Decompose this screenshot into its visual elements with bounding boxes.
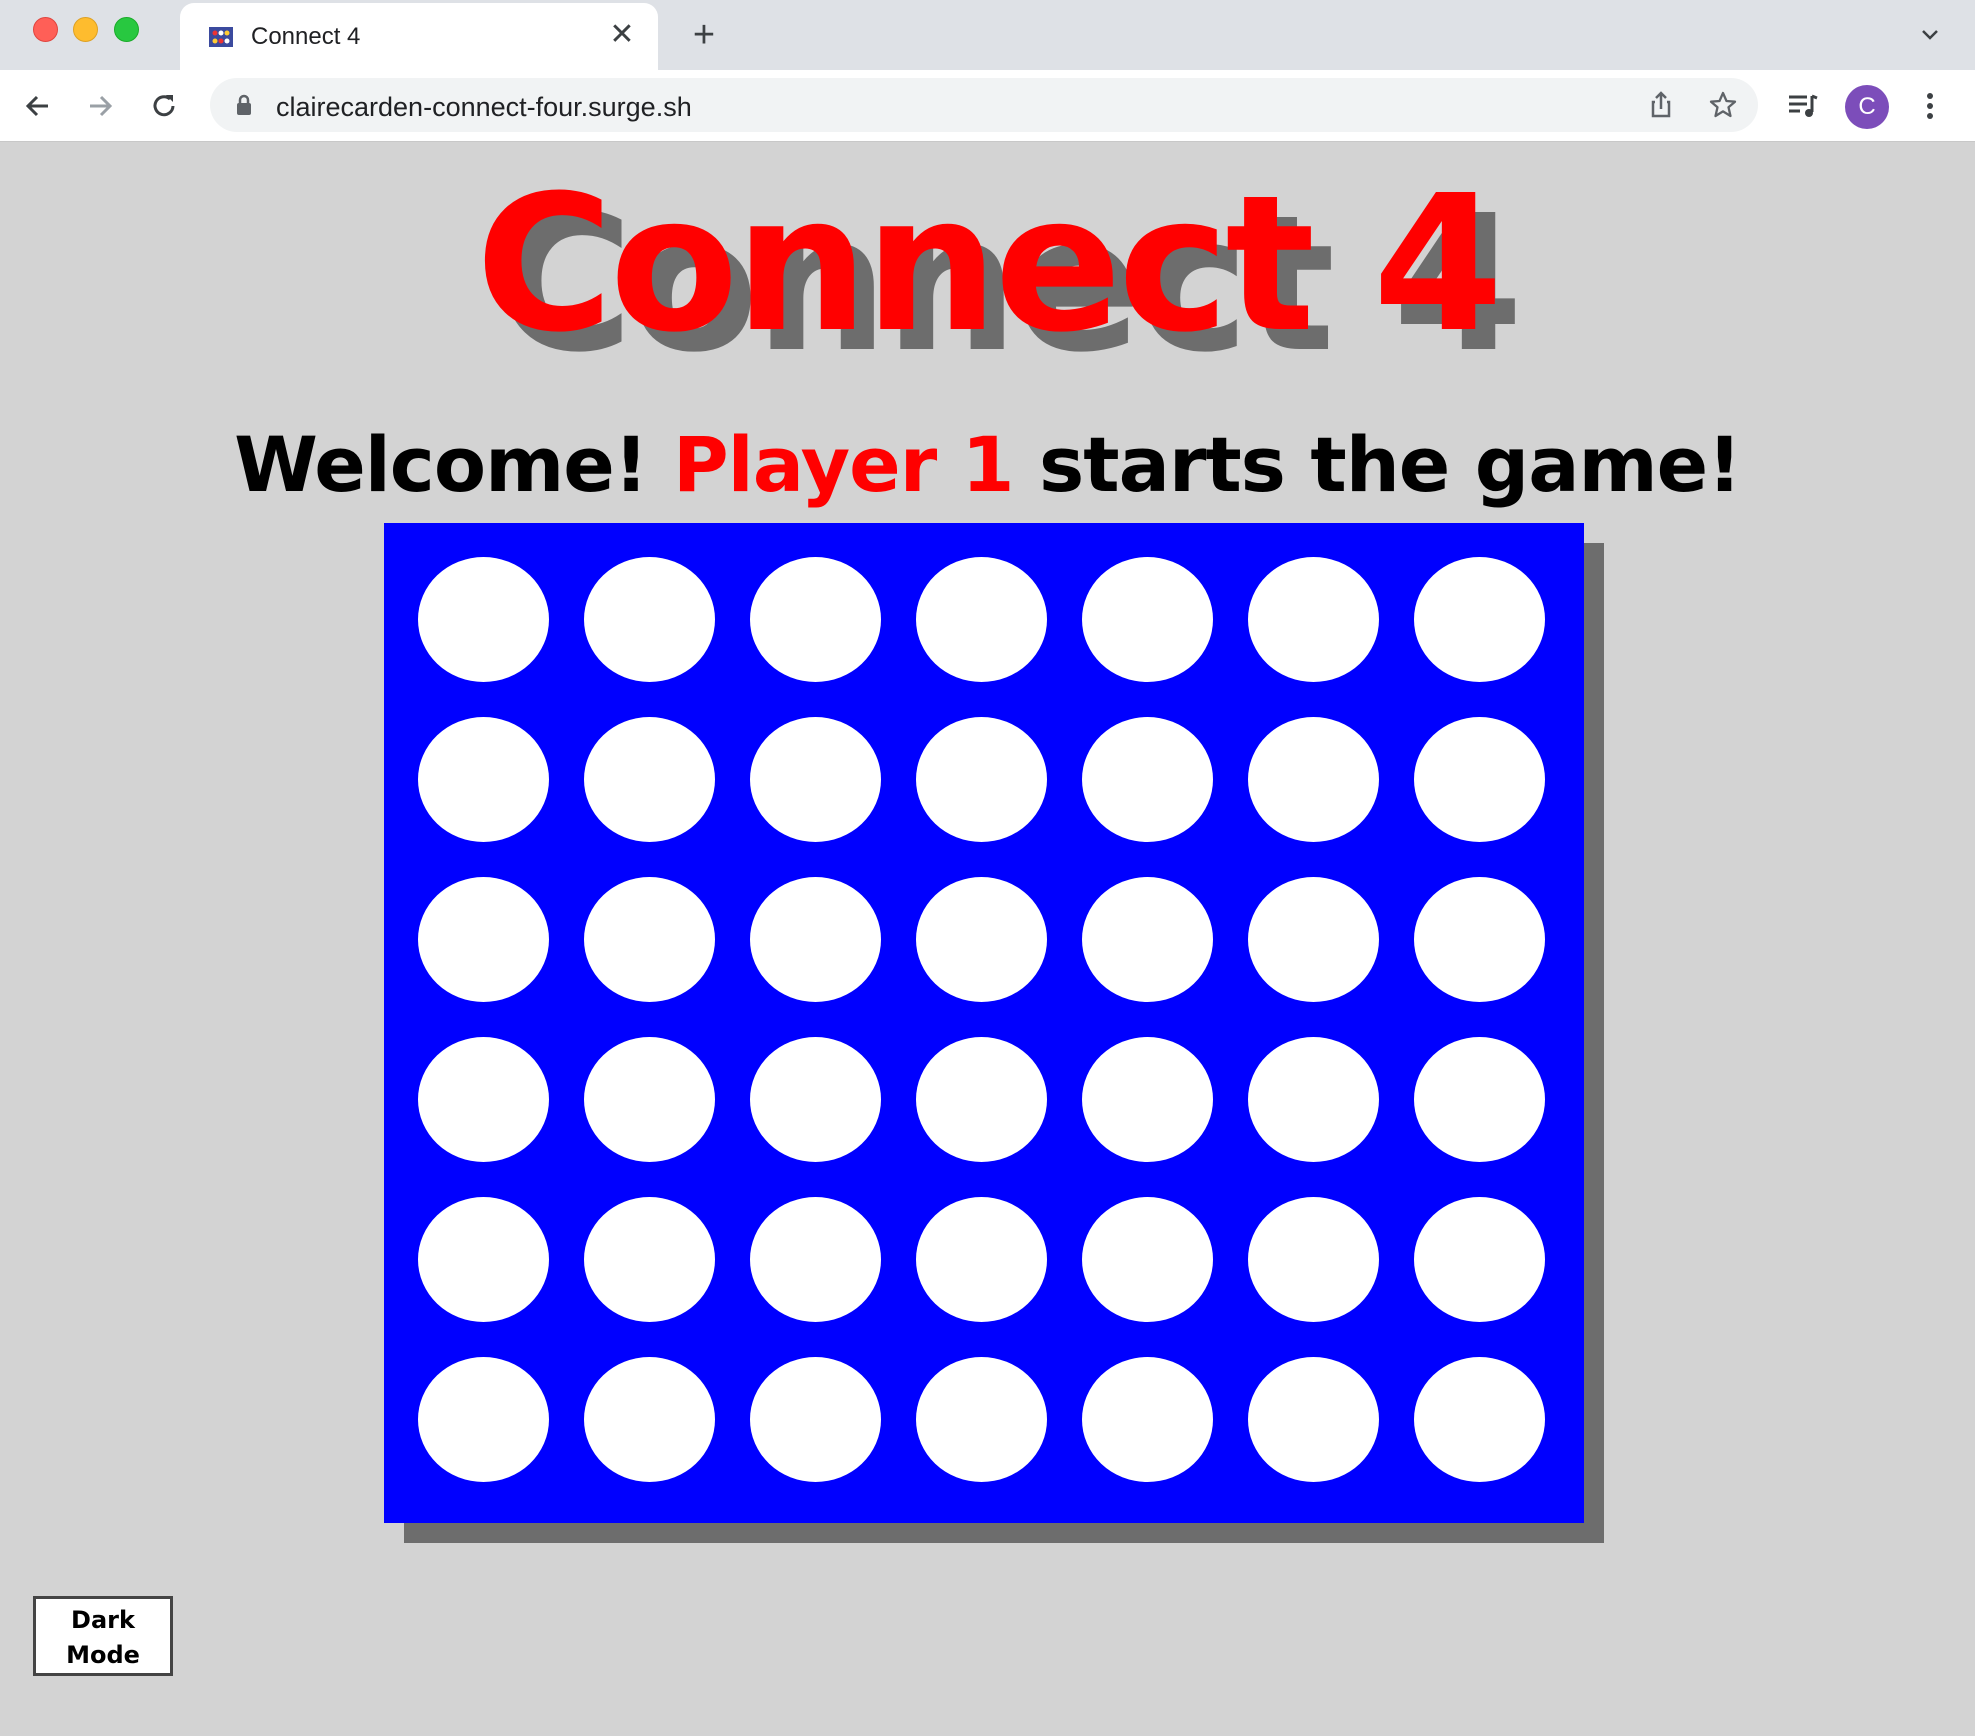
- board-slot-r6-c7[interactable]: [1414, 1357, 1545, 1482]
- game-board[interactable]: [384, 523, 1584, 1523]
- board-slot-r1-c1[interactable]: [418, 557, 549, 682]
- board-slot-r6-c3[interactable]: [750, 1357, 881, 1482]
- share-icon[interactable]: [1645, 89, 1677, 121]
- browser-toolbar: clairecarden-connect-four.surge.sh C: [0, 70, 1975, 142]
- status-suffix: starts the game!: [1013, 420, 1742, 509]
- board-slot-r1-c4[interactable]: [916, 557, 1047, 682]
- board-slot-r3-c3[interactable]: [750, 877, 881, 1002]
- address-bar[interactable]: clairecarden-connect-four.surge.sh: [210, 78, 1758, 132]
- game-title: Connect 4: [475, 155, 1504, 374]
- page-content: Connect 4 Welcome! Player 1 starts the g…: [0, 143, 1975, 1736]
- board-slot-r3-c1[interactable]: [418, 877, 549, 1002]
- board-slot-r4-c5[interactable]: [1082, 1037, 1213, 1162]
- board-slot-r3-c5[interactable]: [1082, 877, 1213, 1002]
- board-slot-r6-c1[interactable]: [418, 1357, 549, 1482]
- status-prefix: Welcome!: [234, 420, 673, 509]
- board-slot-r4-c1[interactable]: [418, 1037, 549, 1162]
- avatar[interactable]: C: [1845, 85, 1889, 129]
- dark-mode-label-line1: Dark: [71, 1606, 135, 1634]
- board-slot-r4-c7[interactable]: [1414, 1037, 1545, 1162]
- board-slot-r2-c5[interactable]: [1082, 717, 1213, 842]
- dark-mode-label-line2: Mode: [66, 1641, 140, 1669]
- board-slot-r6-c4[interactable]: [916, 1357, 1047, 1482]
- media-icon[interactable]: [1785, 88, 1821, 124]
- board-slot-r1-c3[interactable]: [750, 557, 881, 682]
- tab-connect-4[interactable]: Connect 4 ✕: [180, 3, 658, 70]
- lock-icon[interactable]: [234, 93, 254, 117]
- board-slot-r5-c6[interactable]: [1248, 1197, 1379, 1322]
- board-slot-r6-c6[interactable]: [1248, 1357, 1379, 1482]
- maximize-window-button[interactable]: [114, 17, 139, 42]
- status-message: Welcome! Player 1 starts the game!: [0, 415, 1975, 515]
- tab-title: Connect 4: [251, 23, 361, 50]
- close-icon[interactable]: ✕: [604, 17, 640, 53]
- new-tab-icon[interactable]: +: [684, 15, 724, 55]
- star-icon[interactable]: [1707, 89, 1739, 121]
- board-slot-r1-c7[interactable]: [1414, 557, 1545, 682]
- board-slot-r1-c2[interactable]: [584, 557, 715, 682]
- board-slot-r5-c3[interactable]: [750, 1197, 881, 1322]
- board-slot-r2-c2[interactable]: [584, 717, 715, 842]
- board-slot-r3-c2[interactable]: [584, 877, 715, 1002]
- board-slot-r4-c2[interactable]: [584, 1037, 715, 1162]
- current-player: Player 1: [672, 420, 1015, 509]
- minimize-window-button[interactable]: [73, 17, 98, 42]
- board-slot-r1-c6[interactable]: [1248, 557, 1379, 682]
- board-slot-r5-c1[interactable]: [418, 1197, 549, 1322]
- board-slot-r3-c7[interactable]: [1414, 877, 1545, 1002]
- board-slot-r5-c7[interactable]: [1414, 1197, 1545, 1322]
- board-slot-r4-c6[interactable]: [1248, 1037, 1379, 1162]
- dark-mode-button[interactable]: Dark Mode: [33, 1596, 173, 1676]
- chevron-down-icon[interactable]: [1915, 20, 1945, 50]
- close-window-button[interactable]: [33, 17, 58, 42]
- board-slot-r5-c5[interactable]: [1082, 1197, 1213, 1322]
- forward-icon[interactable]: [82, 88, 118, 124]
- board-slot-r4-c3[interactable]: [750, 1037, 881, 1162]
- board-slot-r2-c4[interactable]: [916, 717, 1047, 842]
- board-slot-r3-c4[interactable]: [916, 877, 1047, 1002]
- board-slot-r5-c2[interactable]: [584, 1197, 715, 1322]
- back-icon[interactable]: [20, 88, 56, 124]
- board-slot-r1-c5[interactable]: [1082, 557, 1213, 682]
- board-slot-r4-c4[interactable]: [916, 1037, 1047, 1162]
- tab-bar: Connect 4 ✕ +: [0, 0, 1975, 70]
- board-slot-r3-c6[interactable]: [1248, 877, 1379, 1002]
- reload-icon[interactable]: [146, 88, 182, 124]
- kebab-icon[interactable]: [1915, 88, 1945, 124]
- board-slot-r5-c4[interactable]: [916, 1197, 1047, 1322]
- board-slot-r2-c3[interactable]: [750, 717, 881, 842]
- board-slot-r2-c6[interactable]: [1248, 717, 1379, 842]
- board-slot-r2-c7[interactable]: [1414, 717, 1545, 842]
- board-slot-r6-c5[interactable]: [1082, 1357, 1213, 1482]
- url-text[interactable]: clairecarden-connect-four.surge.sh: [276, 92, 692, 123]
- board-slot-r6-c2[interactable]: [584, 1357, 715, 1482]
- favicon-icon: [209, 27, 233, 47]
- board-slot-r2-c1[interactable]: [418, 717, 549, 842]
